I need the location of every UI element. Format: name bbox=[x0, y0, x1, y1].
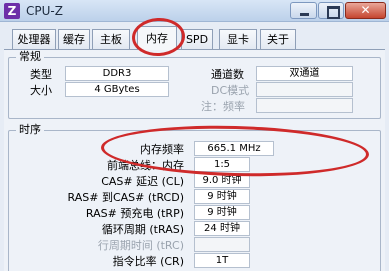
timing-value-memory-frequency: 665.1 MHz bbox=[194, 141, 274, 156]
maximize-button[interactable] bbox=[318, 2, 344, 19]
tab-about[interactable]: 关于 bbox=[260, 29, 296, 49]
timing-label-cas-latency: CAS# 延迟 (CL) bbox=[101, 175, 184, 188]
dc-mode-label: DC模式 bbox=[211, 84, 250, 97]
timing-label-tras: 循环周期 (tRAS) bbox=[101, 223, 184, 236]
maximize-icon bbox=[319, 3, 343, 19]
timing-value-command-rate: 1T bbox=[194, 253, 250, 268]
tab-strip-divider bbox=[4, 49, 385, 50]
general-group-title: 常规 bbox=[16, 51, 44, 63]
window-title: CPU-Z bbox=[26, 4, 63, 18]
minimize-button[interactable] bbox=[290, 2, 317, 19]
memory-tab-panel: 常规 类型 DDR3 大小 4 GBytes 通道数 双通道 DC模式 注：频率… bbox=[4, 49, 385, 271]
channels-field: 双通道 bbox=[256, 66, 353, 81]
timing-label-fsb-dram: 前端总线：内存 bbox=[107, 159, 184, 172]
tab-mainboard[interactable]: 主板 bbox=[92, 29, 130, 49]
tab-graphics[interactable]: 显卡 bbox=[219, 29, 257, 49]
timings-group-title: 时序 bbox=[16, 124, 44, 136]
tab-memory[interactable]: 内存 bbox=[137, 26, 177, 50]
note-frequency-field bbox=[256, 98, 353, 113]
tab-processor[interactable]: 处理器 bbox=[12, 29, 56, 49]
dc-mode-field bbox=[256, 82, 353, 97]
timing-label-trp: RAS# 预充电 (tRP) bbox=[85, 207, 184, 220]
type-label: 类型 bbox=[30, 68, 52, 81]
timing-value-cas-latency: 9.0 时钟 bbox=[194, 173, 250, 188]
timing-value-fsb-dram: 1:5 bbox=[194, 157, 250, 172]
minimize-icon bbox=[291, 3, 316, 18]
timing-value-trcd: 9 时钟 bbox=[194, 189, 250, 204]
timing-value-tras: 24 时钟 bbox=[194, 221, 250, 236]
close-button[interactable]: ✕ bbox=[345, 2, 386, 19]
timing-value-trp: 9 时钟 bbox=[194, 205, 250, 220]
note-frequency-label: 注：频率 bbox=[201, 100, 245, 113]
size-label: 大小 bbox=[30, 84, 52, 97]
title-bar: Z CPU-Z ✕ bbox=[0, 0, 389, 22]
tab-spd[interactable]: SPD bbox=[181, 29, 213, 49]
timing-label-command-rate: 指令比率 (CR) bbox=[112, 255, 184, 268]
channels-label: 通道数 bbox=[211, 68, 244, 81]
size-field: 4 GBytes bbox=[65, 82, 169, 97]
timing-label-trcd: RAS# 到CAS# (tRCD) bbox=[67, 191, 184, 204]
cpu-z-app-icon: Z bbox=[4, 3, 20, 19]
type-field: DDR3 bbox=[65, 66, 169, 81]
tab-cache[interactable]: 缓存 bbox=[58, 29, 90, 49]
timing-label-trc: 行周期时间 (tRC) bbox=[97, 239, 184, 252]
close-icon: ✕ bbox=[360, 3, 371, 17]
timing-value-trc bbox=[194, 237, 250, 252]
timing-label-memory-frequency: 内存频率 bbox=[140, 143, 184, 156]
